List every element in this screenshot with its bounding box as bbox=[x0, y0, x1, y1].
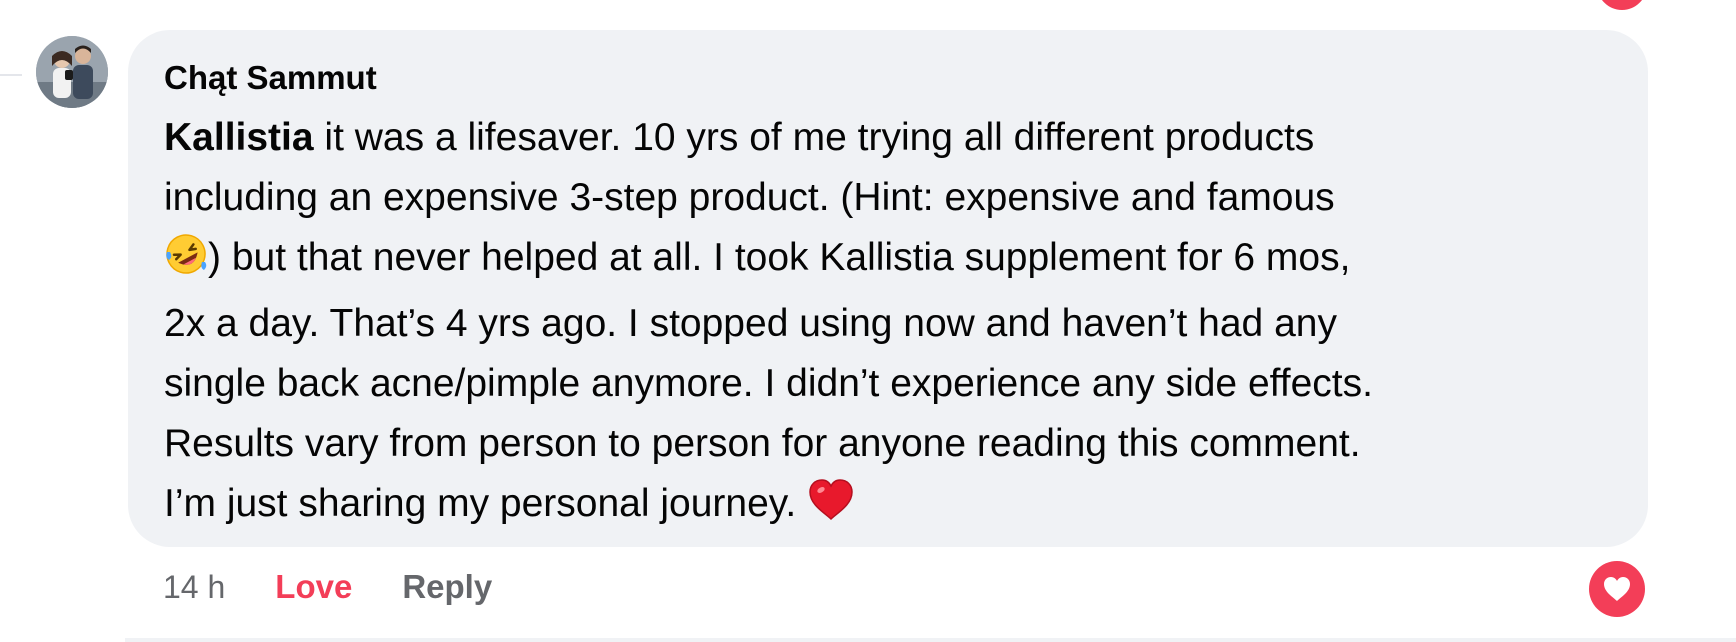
thread-connector-line bbox=[0, 74, 22, 76]
heart-icon bbox=[1604, 577, 1630, 601]
avatar[interactable] bbox=[36, 36, 108, 108]
reply-button[interactable]: Reply bbox=[402, 568, 492, 606]
rolling-on-floor-laughing-emoji-icon bbox=[164, 232, 208, 294]
mention-link[interactable]: Kallistia bbox=[164, 116, 314, 159]
comment-bubble: Chąt Sammut Kallistia it was a lifesaver… bbox=[128, 30, 1648, 547]
heart-reaction-icon[interactable] bbox=[1589, 561, 1645, 617]
comment-author[interactable]: Chąt Sammut bbox=[164, 58, 1610, 102]
comment-actions: 14 h Love Reply bbox=[163, 565, 542, 609]
love-button[interactable]: Love bbox=[275, 568, 352, 606]
next-comment-edge bbox=[125, 638, 1736, 642]
avatar-photo-icon bbox=[36, 36, 108, 108]
comment-text-part2: ) but that never helped at all. I took K… bbox=[164, 236, 1373, 525]
comment-timestamp[interactable]: 14 h bbox=[163, 569, 225, 606]
comment-text-part1: it was a lifesaver. 10 yrs of me trying … bbox=[164, 116, 1335, 219]
red-heart-emoji-icon bbox=[807, 478, 855, 540]
comment-body: Kallistia it was a lifesaver. 10 yrs of … bbox=[164, 108, 1610, 540]
previous-reaction-badge bbox=[1593, 0, 1651, 14]
